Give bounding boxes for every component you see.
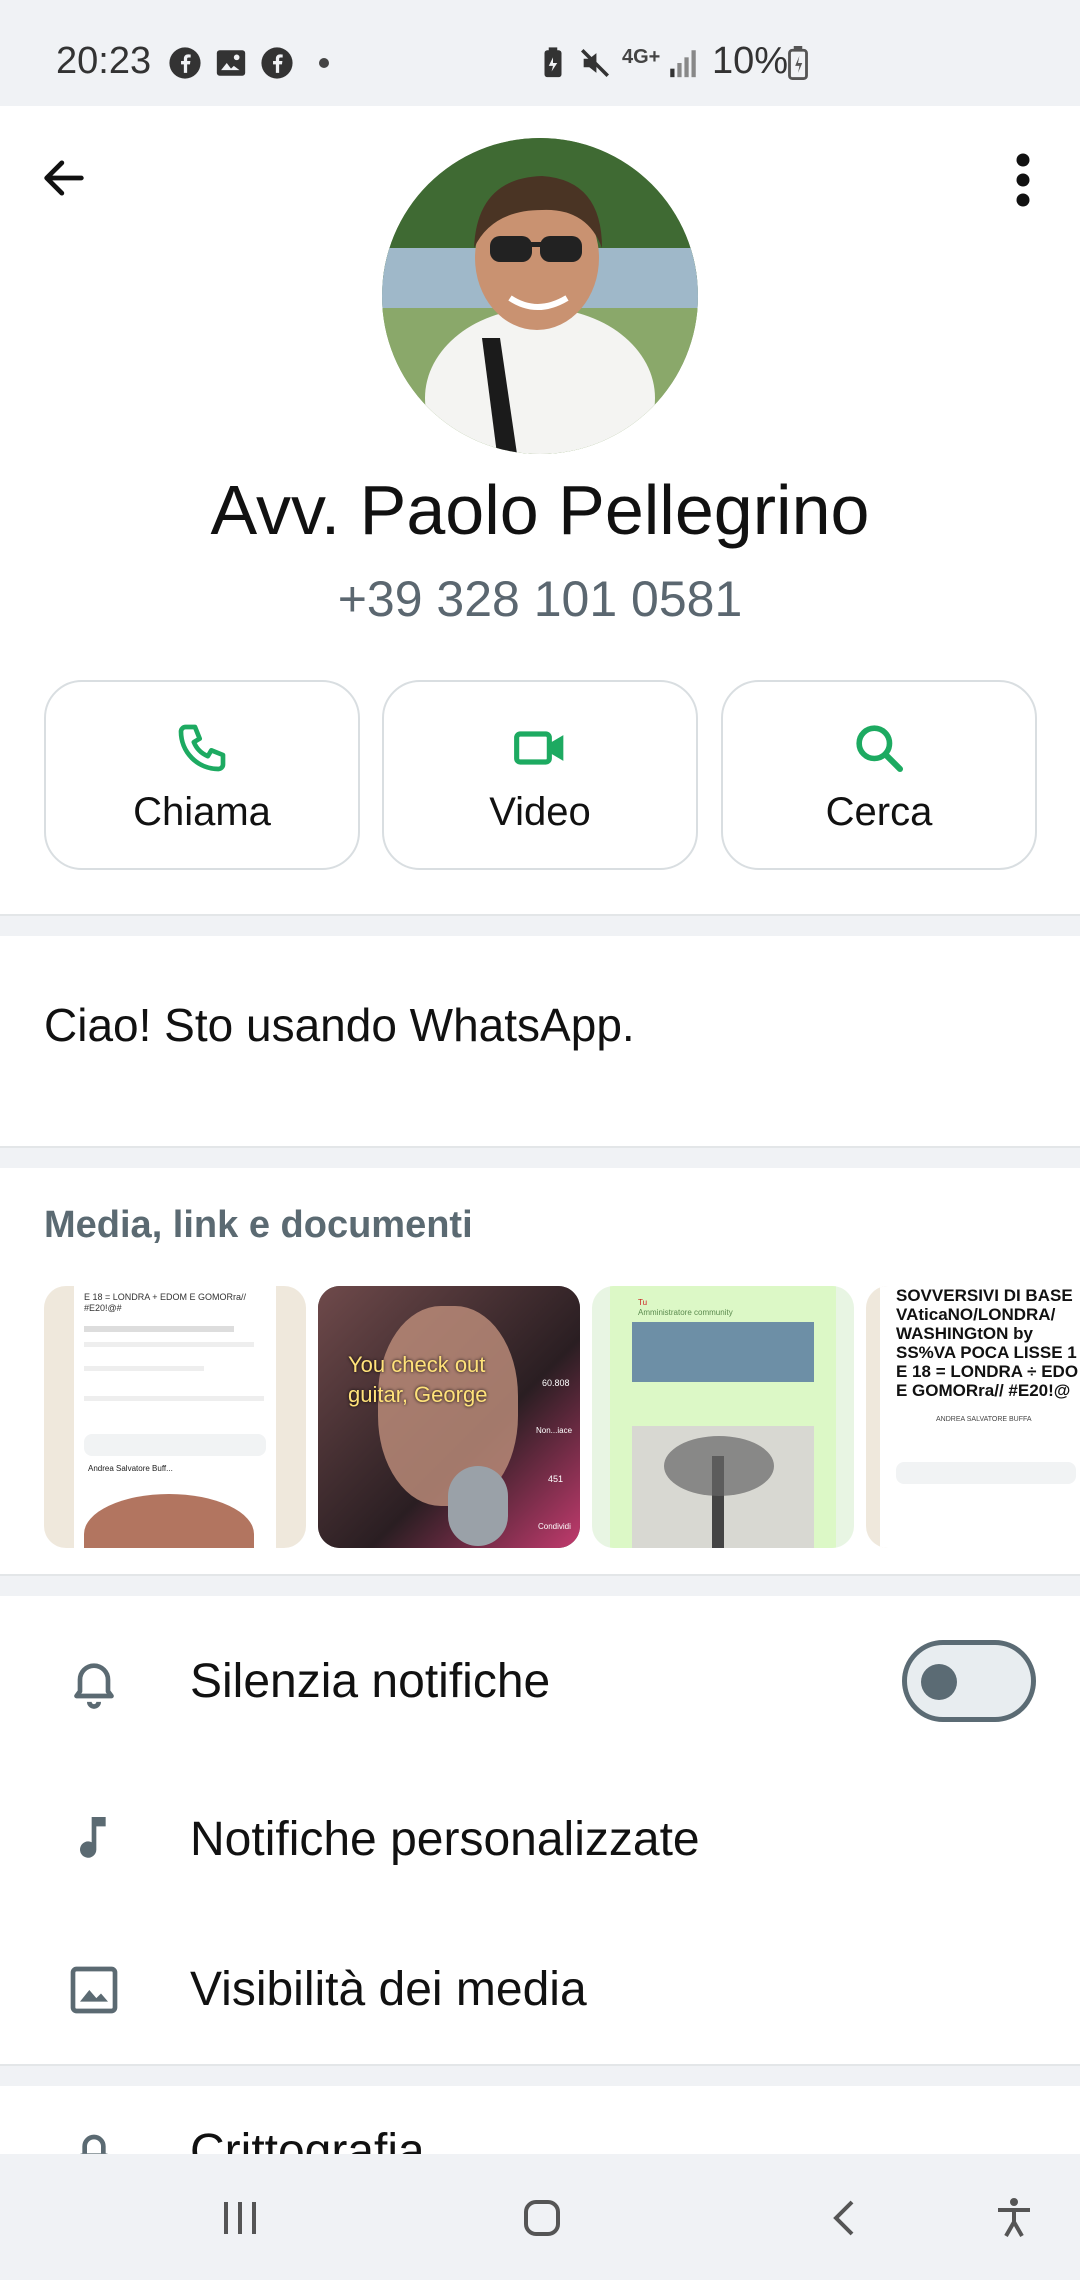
video-label: Video	[489, 790, 591, 834]
bell-icon	[74, 1663, 114, 1709]
media-thumbnail[interactable]: You check out guitar, George 60.808 Non.…	[318, 1286, 580, 1548]
search-label: Cerca	[825, 790, 933, 834]
media-section-title[interactable]: Media, link e documenti	[44, 1204, 473, 1247]
thumb-stat: Condividi	[538, 1522, 571, 1531]
thumb-caption: SS%VA POCA LISSE 1	[896, 1343, 1077, 1362]
gallery-icon	[216, 50, 246, 76]
battery-percent: 10%	[712, 40, 789, 82]
thumb-caption: You check out	[348, 1352, 486, 1377]
thumb-caption: E 18 = LONDRA + EDOM E GOMORra// #E20!@#	[84, 1292, 247, 1313]
section-divider	[0, 914, 1080, 936]
section-divider	[0, 2064, 1080, 2086]
media-visibility-label[interactable]: Visibilità dei media	[190, 1962, 587, 2017]
notification-dot-icon	[319, 58, 329, 68]
call-label: Chiama	[133, 790, 271, 834]
status-bar: 20:23 4G+ 10%	[0, 0, 1080, 106]
thumb-caption: Tu	[638, 1298, 648, 1307]
toggle-knob	[921, 1664, 957, 1700]
thumb-footer: ANDREA SALVATORE BUFFA	[936, 1416, 1032, 1423]
network-type-label: 4G+	[622, 46, 661, 68]
thumb-caption: VAticaNO/LONDRA/	[896, 1305, 1056, 1324]
thumb-caption: guitar, George	[348, 1382, 488, 1407]
battery-icon	[788, 46, 808, 80]
call-button[interactable]: Chiama	[44, 680, 360, 870]
home-icon[interactable]	[518, 2194, 566, 2242]
thumb-caption: WASHINGtON by	[896, 1324, 1033, 1343]
video-button[interactable]: Video	[382, 680, 698, 870]
thumb-caption: E 18 = LONDRA ÷ EDO	[896, 1362, 1079, 1381]
more-vertical-icon[interactable]	[1008, 150, 1038, 210]
thumb-caption: Amministratore community	[638, 1308, 733, 1317]
facebook-icon	[261, 47, 293, 79]
video-camera-icon	[514, 731, 564, 765]
media-thumbnail[interactable]: SOVVERSIVI DI BASE VAticaNO/LONDRA/ WASH…	[866, 1286, 1080, 1548]
media-thumbnail[interactable]: E 18 = LONDRA + EDOM E GOMORra// #E20!@#…	[44, 1286, 306, 1548]
custom-notifications-label[interactable]: Notifiche personalizzate	[190, 1812, 700, 1867]
status-time: 20:23	[56, 40, 152, 82]
facebook-icon	[169, 47, 201, 79]
image-icon	[70, 1966, 118, 2014]
phone-icon	[178, 724, 226, 772]
thumb-caption: E GOMORra// #E20!@	[896, 1381, 1071, 1400]
thumb-stat: 60.808	[542, 1378, 570, 1388]
section-divider	[0, 1146, 1080, 1168]
recent-apps-icon[interactable]	[216, 2194, 264, 2242]
accessibility-icon[interactable]	[990, 2194, 1038, 2242]
thumb-footer: Andrea Salvatore Buff...	[88, 1464, 173, 1473]
mute-notifications-label[interactable]: Silenzia notifiche	[190, 1654, 550, 1709]
signal-icon	[670, 50, 696, 78]
back-icon[interactable]	[822, 2194, 870, 2242]
section-divider	[0, 1574, 1080, 1596]
profile-photo	[382, 138, 698, 454]
about-text[interactable]: Ciao! Sto usando WhatsApp.	[44, 998, 635, 1052]
thumb-caption: SOVVERSIVI DI BASE	[896, 1286, 1073, 1305]
avatar[interactable]	[382, 138, 698, 454]
music-note-icon	[80, 1817, 106, 1858]
thumb-stat: Non...iace	[536, 1426, 573, 1435]
search-icon	[856, 725, 904, 773]
thumb-stat: 451	[548, 1474, 564, 1484]
mute-notifications-toggle[interactable]	[902, 1640, 1036, 1722]
contact-name: Avv. Paolo Pellegrino	[210, 471, 870, 549]
media-thumbnail[interactable]: Tu Amministratore community	[592, 1286, 854, 1548]
search-button[interactable]: Cerca	[721, 680, 1037, 870]
mute-icon	[580, 48, 610, 78]
battery-saver-icon	[544, 47, 562, 78]
contact-phone: +39 328 101 0581	[337, 571, 743, 627]
back-arrow-icon[interactable]	[38, 152, 90, 204]
